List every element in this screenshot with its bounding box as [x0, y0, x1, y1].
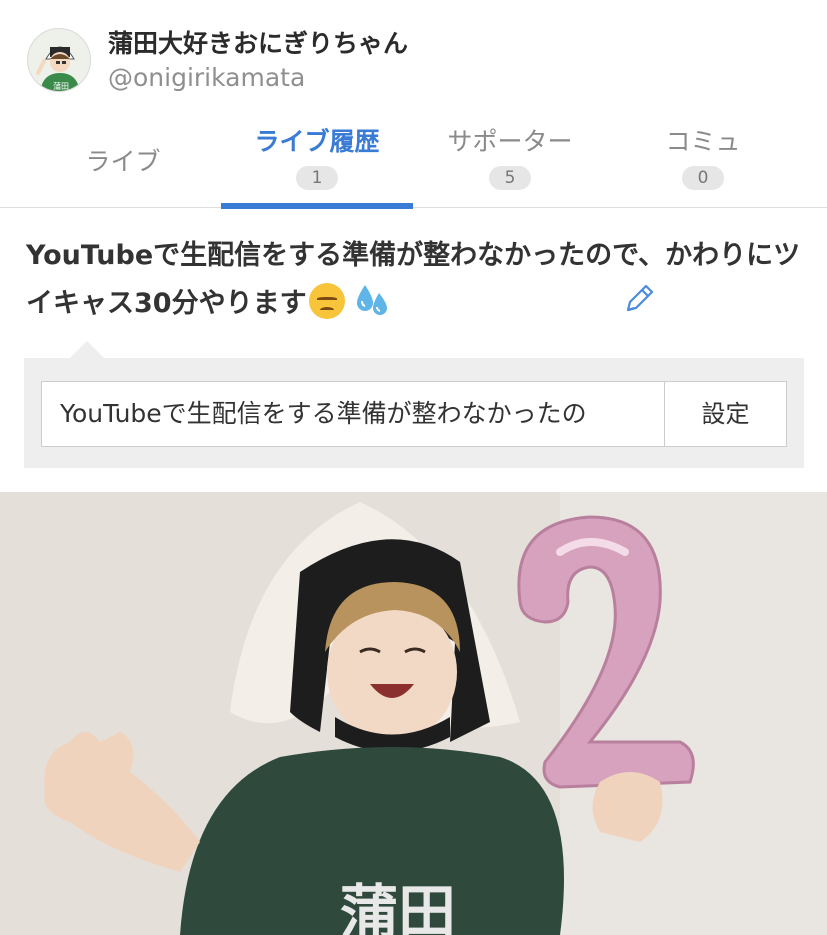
edit-box-pointer [70, 341, 104, 358]
tab-live[interactable]: ライブ [28, 110, 218, 208]
tab-supporters-label: サポーター [447, 127, 573, 156]
user-handle: @onigirikamata [108, 63, 306, 92]
avatar[interactable]: 蒲田 [27, 28, 91, 92]
pencil-icon[interactable] [620, 280, 660, 320]
tab-community[interactable]: コミュ 0 [607, 110, 799, 208]
onigiri-character-avatar-icon: 蒲田 [28, 29, 90, 91]
avatar-shirt-text: 蒲田 [53, 81, 69, 91]
set-button[interactable]: 設定 [665, 381, 787, 447]
live-thumbnail-image: 蒲田 [0, 492, 827, 935]
telop-input[interactable]: YouTubeで生配信をする準備が整わなかったの [41, 381, 665, 447]
status-message: YouTubeで生配信をする準備が整わなかったので、かわりにツイキャス30分やり… [26, 232, 816, 328]
tab-community-count-badge: 0 [682, 166, 724, 190]
tab-live-history-count-badge: 1 [296, 166, 338, 190]
active-tab-indicator [221, 203, 413, 209]
sweat-droplets-emoji-icon [356, 285, 387, 315]
tab-live-label: ライブ [85, 147, 161, 176]
profile-tabs: ライブ ライブ履歴 1 サポーター 5 コミュ 0 [0, 110, 827, 209]
shirt-print-text: 蒲田 [340, 878, 456, 935]
live-thumbnail[interactable]: 蒲田 [0, 492, 827, 935]
tab-supporters[interactable]: サポーター 5 [413, 110, 607, 208]
user-display-name: 蒲田大好きおにぎりちゃん [108, 29, 409, 58]
tab-live-history-label: ライブ履歴 [254, 127, 380, 156]
tab-community-label: コミュ [665, 127, 741, 156]
profile-header: 蒲田 蒲田大好きおにぎりちゃん @onigirikamata [0, 0, 827, 110]
disappointed-face-emoji-icon [308, 283, 345, 319]
tab-supporters-count-badge: 5 [489, 166, 531, 190]
tab-live-history[interactable]: ライブ履歴 1 [221, 110, 413, 209]
status-message-text: YouTubeで生配信をする準備が整わなかったので、かわりにツイキャス30分やり… [26, 240, 801, 319]
